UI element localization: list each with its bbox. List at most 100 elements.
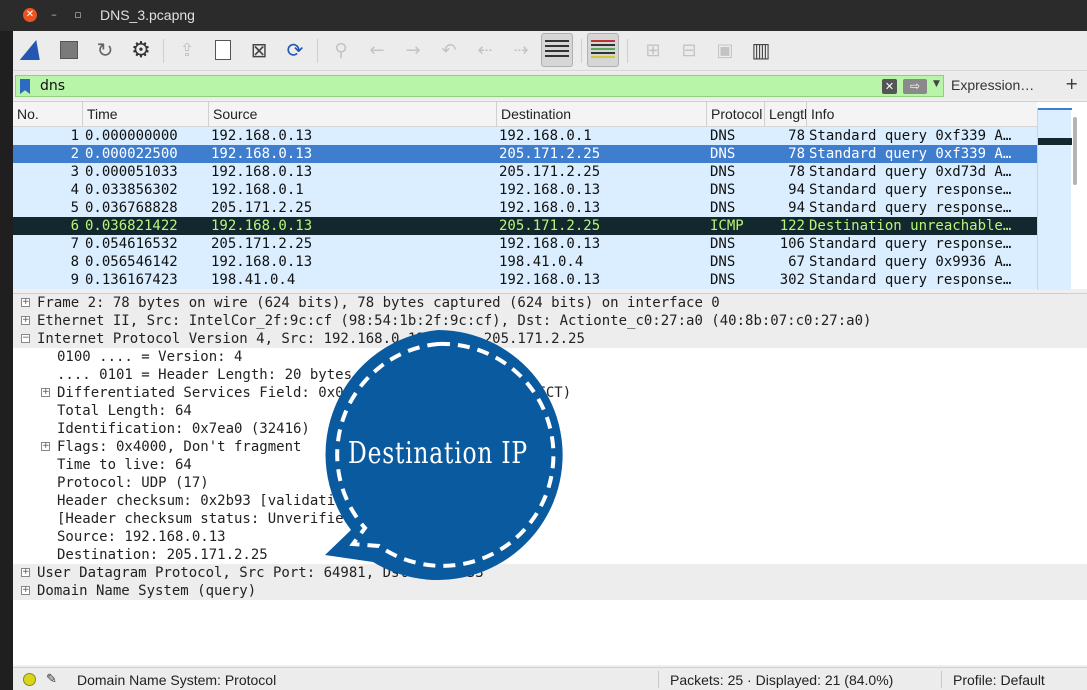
table-row[interactable]: 3 0.000051033 192.168.0.13 205.171.2.25 DNS 7… — [13, 163, 1037, 181]
zoom-in-button[interactable]: ⊞ — [639, 36, 667, 64]
table-row[interactable]: 8 0.056546142 192.168.0.13 198.41.0.4 DNS 67 S… — [13, 253, 1037, 271]
normal-size-button[interactable]: ▣ — [711, 36, 739, 64]
go-back-button[interactable]: ← — [363, 36, 391, 64]
expand-icon[interactable]: + — [21, 568, 30, 577]
table-row[interactable]: 2 0.000022500 192.168.0.13 205.171.2.25 DNS 7… — [13, 145, 1037, 163]
packet-minimap[interactable] — [1037, 108, 1072, 290]
cell-protocol: ICMP — [710, 218, 744, 234]
column-header-source[interactable]: Source — [209, 102, 497, 127]
table-row[interactable]: 4 0.033856302 192.168.0.1 192.168.0.13 DNS 94… — [13, 181, 1037, 199]
close-file-button[interactable]: ⊠ — [245, 36, 273, 64]
expand-icon[interactable]: + — [21, 298, 30, 307]
cell-length: 67 — [788, 254, 805, 270]
status-profile[interactable]: Profile: Default — [953, 672, 1045, 688]
cell-time: 0.000022500 — [85, 146, 178, 162]
last-packet-button[interactable]: ⇢ — [507, 36, 535, 64]
maximize-window-button[interactable]: ▫ — [71, 8, 85, 22]
close-file-icon: ⊠ — [250, 38, 268, 62]
display-filter-value[interactable]: dns — [40, 78, 65, 94]
colorize-button[interactable] — [587, 33, 619, 67]
toolbar-separator — [163, 39, 164, 63]
table-row[interactable]: 9 0.136167423 198.41.0.4 192.168.0.13 DNS 302… — [13, 271, 1037, 289]
resize-columns-button[interactable]: ▥ — [747, 36, 775, 64]
column-header-time[interactable]: Time — [83, 102, 209, 127]
display-filter-bar: dns ✕ ⇨ ▼ Expression… + — [13, 72, 1087, 99]
table-row[interactable]: 1 0.000000000 192.168.0.13 192.168.0.1 DNS 78… — [13, 127, 1037, 145]
reload-file-button[interactable]: ⟳ — [281, 36, 309, 64]
save-file-button[interactable] — [209, 36, 237, 64]
cell-protocol: DNS — [710, 272, 736, 288]
first-packet-button[interactable]: ⇠ — [471, 36, 499, 64]
last-icon: ⇢ — [513, 39, 529, 61]
cell-no: 4 — [70, 182, 79, 198]
apply-filter-button[interactable]: ⇨ — [903, 79, 927, 94]
cell-info: Standard query response… — [809, 236, 1012, 252]
column-header-destination[interactable]: Destination — [497, 102, 707, 127]
first-icon: ⇠ — [477, 39, 493, 61]
table-row[interactable]: 5 0.036768828 205.171.2.25 192.168.0.13 DNS 9… — [13, 199, 1037, 217]
close-window-button[interactable]: ✕ — [23, 8, 37, 22]
save-file-icon — [215, 40, 231, 60]
packet-list-scrollbar[interactable] — [1073, 117, 1077, 185]
cell-length: 106 — [779, 236, 805, 252]
cell-protocol: DNS — [710, 200, 736, 216]
cell-info: Standard query response… — [809, 200, 1012, 216]
display-filter-input[interactable]: dns ✕ ⇨ ▼ — [15, 75, 944, 97]
main-toolbar: ↻ ⚙ ⇪ ⊠ ⟳ ⚲ ← → ↶ ⇠ ⇢ ⊞ ⊟ ▣ ▥ — [13, 31, 1087, 71]
autoscroll-button[interactable] — [541, 33, 573, 67]
cell-source: 192.168.0.13 — [211, 254, 313, 270]
cell-info: Standard query 0xf339 A… — [809, 128, 1012, 144]
zoom-out-button[interactable]: ⊟ — [675, 36, 703, 64]
expand-icon[interactable]: + — [41, 388, 50, 397]
cell-source: 198.41.0.4 — [211, 272, 296, 288]
go-forward-button[interactable]: → — [399, 36, 427, 64]
cell-source: 192.168.0.13 — [211, 128, 313, 144]
chevron-down-icon[interactable]: ▼ — [933, 79, 940, 89]
expand-icon[interactable]: + — [21, 316, 30, 325]
cell-source: 192.168.0.13 — [211, 164, 313, 180]
column-header-info[interactable]: Info — [807, 102, 1037, 127]
cell-info: Destination unreachable… — [809, 218, 1012, 234]
clear-filter-button[interactable]: ✕ — [882, 79, 897, 94]
toolbar-separator — [581, 39, 582, 63]
expand-icon[interactable]: + — [41, 442, 50, 451]
cell-time: 0.036821422 — [85, 218, 178, 234]
expression-button[interactable]: Expression… — [951, 77, 1034, 93]
cell-no: 3 — [70, 164, 79, 180]
cell-destination: 192.168.0.13 — [499, 272, 601, 288]
table-row[interactable]: 6 0.036821422 192.168.0.13 205.171.2.25 ICMP… — [13, 217, 1037, 235]
start-capture-button[interactable] — [19, 36, 47, 64]
collapse-icon[interactable]: − — [21, 334, 30, 343]
go-to-packet-button[interactable]: ↶ — [435, 36, 463, 64]
minimize-window-button[interactable]: – — [47, 8, 61, 22]
cell-time: 0.000051033 — [85, 164, 178, 180]
cell-destination: 192.168.0.1 — [499, 128, 592, 144]
find-packet-button[interactable]: ⚲ — [327, 36, 355, 64]
column-header-protocol[interactable]: Protocol — [707, 102, 765, 127]
cell-protocol: DNS — [710, 146, 736, 162]
cell-no: 8 — [70, 254, 79, 270]
column-header-length[interactable]: Length — [765, 102, 807, 127]
expand-icon[interactable]: + — [21, 586, 30, 595]
open-file-button[interactable]: ⇪ — [173, 36, 201, 64]
detail-line[interactable]: + Domain Name System (query) — [13, 582, 1087, 600]
bookmark-icon[interactable] — [20, 79, 30, 94]
detail-line[interactable]: + Frame 2: 78 bytes on wire (624 bits), 7… — [13, 294, 1087, 312]
cell-time: 0.000000000 — [85, 128, 178, 144]
column-header-no[interactable]: No. — [13, 102, 83, 127]
cell-source: 192.168.0.1 — [211, 182, 304, 198]
restart-capture-button[interactable]: ↻ — [91, 36, 119, 64]
table-row[interactable]: 7 0.054616532 205.171.2.25 192.168.0.13 DNS 1… — [13, 235, 1037, 253]
cell-source: 205.171.2.25 — [211, 200, 313, 216]
forward-icon: → — [405, 39, 421, 61]
expert-info-icon[interactable] — [23, 673, 36, 686]
detail-line[interactable]: + Ethernet II, Src: IntelCor_2f:9c:cf (98… — [13, 312, 1087, 330]
cell-no: 2 — [70, 146, 79, 162]
cell-destination: 205.171.2.25 — [499, 218, 601, 234]
stop-icon — [60, 41, 78, 59]
cell-info: Standard query response… — [809, 182, 1012, 198]
capture-comment-icon[interactable]: ✎ — [46, 671, 57, 687]
capture-options-button[interactable]: ⚙ — [127, 36, 155, 64]
add-filter-button[interactable]: + — [1065, 74, 1078, 93]
stop-capture-button[interactable] — [55, 36, 83, 64]
